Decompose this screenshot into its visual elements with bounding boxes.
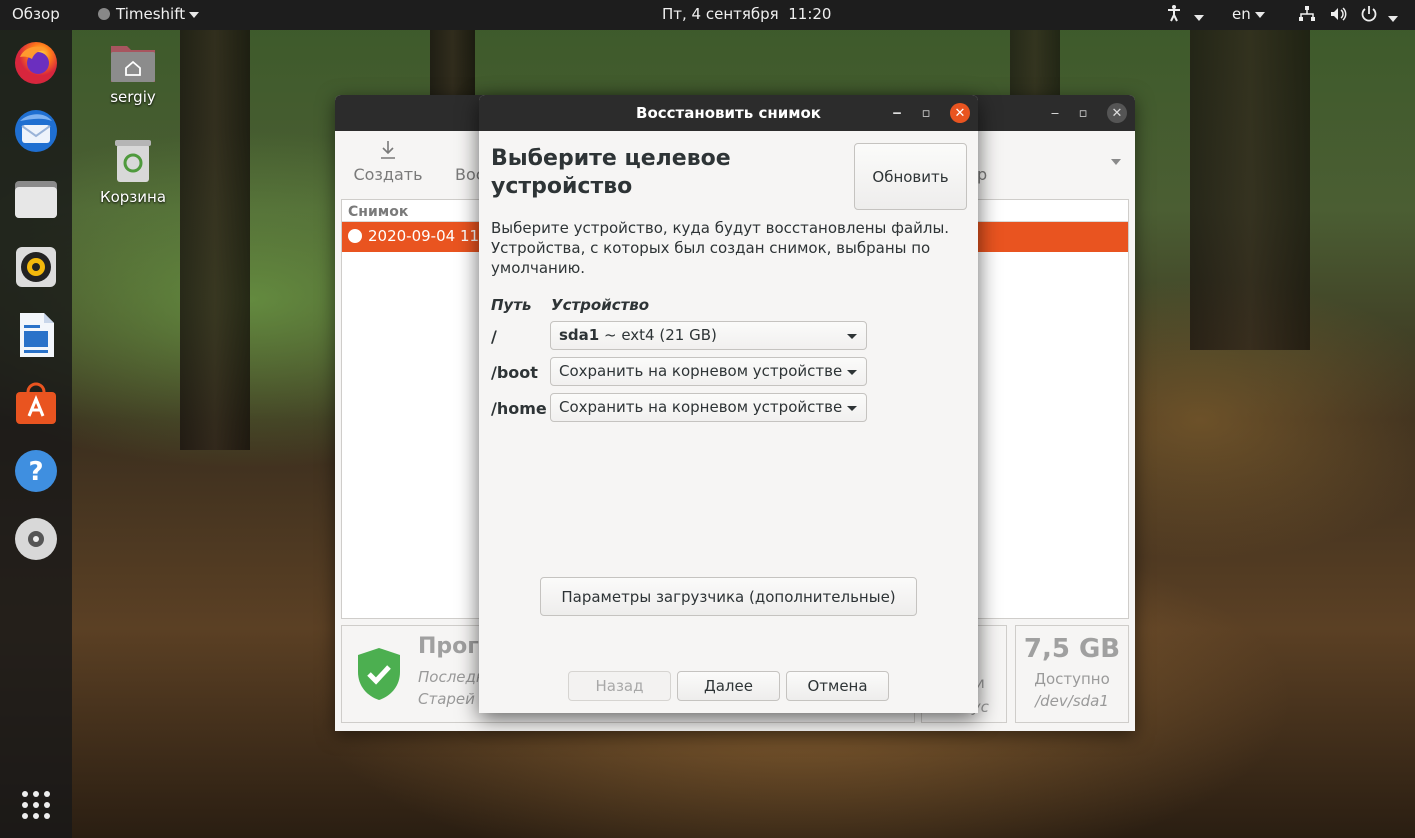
- chevron-down-icon: [189, 11, 200, 18]
- clock[interactable]: Пт, 4 сентября 11:20: [662, 5, 831, 23]
- create-label: Создать: [353, 165, 423, 184]
- timeshift-app-icon: [98, 8, 110, 20]
- dock-help[interactable]: ?: [11, 446, 61, 496]
- firefox-icon: [15, 42, 57, 84]
- status-line1: Последн: [418, 668, 486, 686]
- dialog-titlebar: Восстановить снимок ‒ ▫ ✕: [479, 95, 978, 131]
- download-icon: [381, 141, 395, 159]
- snapshot-row-label: 2020-09-04 11: [368, 227, 480, 245]
- minimize-icon[interactable]: ‒: [887, 103, 907, 123]
- free-space-device: /dev/sda1: [1035, 692, 1109, 710]
- device-select-boot[interactable]: Сохранить на корневом устройстве: [550, 357, 867, 386]
- software-center-icon: [16, 382, 56, 424]
- dock-software[interactable]: [11, 378, 61, 428]
- restore-dialog: Восстановить снимок ‒ ▫ ✕ Выберите целев…: [479, 95, 978, 713]
- free-space-label: Доступно: [1034, 670, 1110, 688]
- chevron-down-icon: [847, 334, 857, 339]
- next-button[interactable]: Далее: [677, 671, 780, 701]
- writer-icon: [20, 313, 54, 357]
- chevron-down-icon: [1388, 15, 1399, 22]
- dock-rhythmbox[interactable]: [11, 242, 61, 292]
- accessibility-menu[interactable]: [1166, 4, 1204, 26]
- accessibility-icon: [1168, 5, 1180, 22]
- toolbar-partial-text: р: [977, 165, 988, 184]
- back-button[interactable]: Назад: [568, 671, 671, 701]
- desktop-home-folder[interactable]: sergiy: [88, 42, 178, 106]
- svg-text:?: ?: [28, 457, 43, 487]
- files-icon: [15, 181, 57, 218]
- device-select-home-value: Сохранить на корневом устройстве: [559, 398, 843, 416]
- desktop-home-label: sergiy: [110, 88, 156, 106]
- dock-files[interactable]: [11, 174, 61, 224]
- refresh-button[interactable]: Обновить: [854, 143, 967, 210]
- maximize-icon[interactable]: ▫: [916, 103, 936, 123]
- create-snapshot-button[interactable]: Создать: [347, 139, 429, 189]
- status-title: Прог: [418, 634, 479, 659]
- home-folder-icon: [111, 46, 155, 82]
- thunderbird-icon: [15, 110, 57, 152]
- trash-icon: [115, 140, 151, 182]
- close-icon[interactable]: ✕: [950, 103, 970, 123]
- maximize-icon[interactable]: ▫: [1073, 103, 1093, 123]
- close-icon[interactable]: ✕: [1107, 103, 1127, 123]
- app-menu-label: Timeshift: [116, 5, 186, 23]
- path-home: /home: [491, 399, 547, 418]
- free-space-value: 7,5 GB: [1023, 634, 1121, 664]
- wallpaper-trunk: [180, 30, 250, 450]
- path-boot: /boot: [491, 363, 538, 382]
- status-line2: Старей: [418, 690, 475, 708]
- dialog-heading: Выберите целевое устройство: [491, 146, 731, 199]
- device-select-home[interactable]: Сохранить на корневом устройстве: [550, 393, 867, 422]
- dock-show-apps[interactable]: [11, 780, 61, 830]
- column-path-header: Путь: [491, 296, 532, 314]
- rhythmbox-icon: [16, 247, 56, 287]
- desktop-trash[interactable]: Корзина: [88, 138, 178, 206]
- top-bar: Обзор Timeshift Пт, 4 сентября 11:20 en: [0, 0, 1415, 30]
- dialog-description: Выберите устройство, куда будут восстано…: [491, 219, 950, 277]
- minimize-icon[interactable]: ‒: [1045, 103, 1065, 123]
- dock-disc[interactable]: [11, 514, 61, 564]
- activities-button[interactable]: Обзор: [12, 5, 60, 23]
- free-space-panel: 7,5 GB Доступно /dev/sda1: [1015, 625, 1129, 723]
- volume-icon: [1330, 7, 1347, 21]
- wallpaper-trunk: [1190, 30, 1310, 350]
- chevron-down-icon: [847, 406, 857, 411]
- shield-check-icon: [358, 648, 400, 700]
- device-select-root-detail: ~ ext4 (21 GB): [599, 326, 717, 344]
- device-select-root-name: sda1: [559, 326, 600, 344]
- column-device-header: Устройство: [551, 296, 650, 314]
- help-icon: ?: [15, 450, 57, 492]
- chevron-down-icon: [1254, 11, 1265, 18]
- dock: ?: [0, 30, 72, 838]
- cancel-button[interactable]: Отмена: [786, 671, 889, 701]
- dock-thunderbird[interactable]: [11, 106, 61, 156]
- app-menu[interactable]: Timeshift: [98, 5, 200, 23]
- system-menu[interactable]: [1298, 5, 1399, 27]
- power-icon: [1361, 6, 1376, 22]
- device-select-boot-value: Сохранить на корневом устройстве: [559, 362, 843, 380]
- desktop-trash-label: Корзина: [99, 188, 167, 206]
- dock-libreoffice-writer[interactable]: [11, 310, 61, 360]
- chevron-down-icon: [847, 370, 857, 375]
- chevron-down-icon: [1194, 14, 1204, 21]
- dock-firefox[interactable]: [11, 38, 61, 88]
- toolbar-overflow-icon[interactable]: [1111, 159, 1121, 165]
- network-icon: [1299, 6, 1315, 21]
- column-snapshot[interactable]: Снимок: [348, 204, 408, 220]
- language-menu[interactable]: en: [1232, 5, 1265, 23]
- disc-icon: [15, 518, 57, 560]
- clock-icon: [348, 229, 362, 243]
- language-label: en: [1232, 5, 1251, 23]
- grid-icon: [22, 791, 50, 819]
- device-select-root[interactable]: sda1 ~ ext4 (21 GB): [550, 321, 867, 350]
- path-root: /: [491, 327, 497, 346]
- bootloader-options-button[interactable]: Параметры загрузчика (дополнительные): [540, 577, 917, 616]
